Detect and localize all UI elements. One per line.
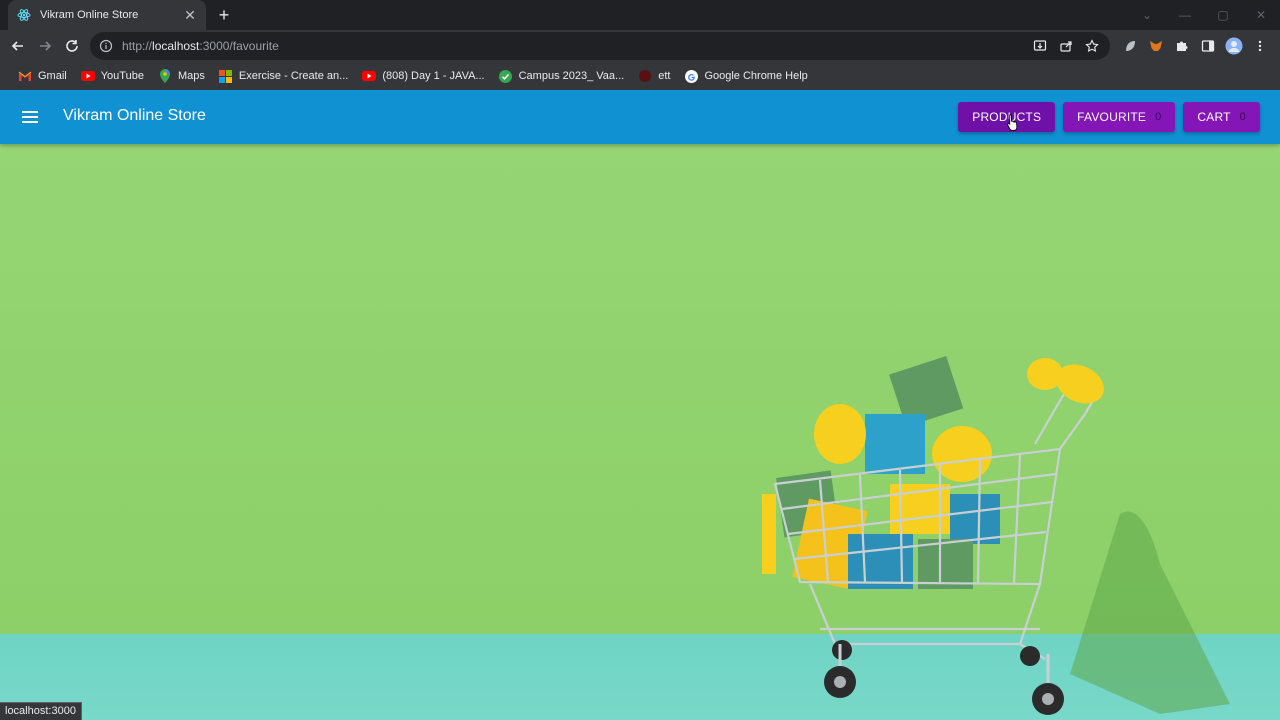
favourite-button[interactable]: FAVOURITE 0: [1063, 102, 1176, 132]
app-bar: Vikram Online Store PRODUCTS FAVOURITE 0…: [0, 90, 1280, 144]
minimize-icon[interactable]: —: [1166, 0, 1204, 30]
hamburger-menu-icon[interactable]: [18, 105, 42, 129]
tab-search-icon[interactable]: ⌄: [1128, 0, 1166, 30]
shopping-cart-illustration: [762, 356, 1230, 715]
url-text: http://localhost:3000/favourite: [122, 39, 279, 53]
info-icon[interactable]: [98, 38, 114, 54]
tab-title: Vikram Online Store: [40, 9, 139, 21]
gmail-icon: [18, 69, 32, 83]
bookmark-chrome-help[interactable]: Google Chrome Help: [678, 64, 813, 88]
bookmark-day1-java[interactable]: (808) Day 1 - JAVA...: [356, 64, 490, 88]
profile-avatar-icon[interactable]: [1222, 34, 1246, 58]
maximize-icon[interactable]: ▢: [1204, 0, 1242, 30]
bookmark-exercise[interactable]: Exercise - Create an...: [213, 64, 354, 88]
reload-icon[interactable]: [60, 34, 84, 58]
back-icon[interactable]: [6, 34, 30, 58]
youtube-icon: [80, 69, 95, 83]
browser-toolbar: http://localhost:3000/favourite: [0, 30, 1280, 62]
share-icon[interactable]: [1056, 36, 1076, 56]
google-icon: [684, 69, 698, 83]
app-title: Vikram Online Store: [63, 107, 206, 124]
browser-tab[interactable]: Vikram Online Store ✕: [8, 0, 206, 30]
bookmark-ett[interactable]: ett: [632, 64, 676, 88]
extensions-puzzle-icon[interactable]: [1170, 34, 1194, 58]
bookmark-star-icon[interactable]: [1082, 36, 1102, 56]
hero-banner: [0, 144, 1280, 720]
install-app-icon[interactable]: [1030, 36, 1050, 56]
react-icon: [16, 7, 32, 23]
bookmark-campus[interactable]: Campus 2023_ Vaa...: [493, 64, 631, 88]
maps-icon: [158, 69, 172, 83]
bookmark-youtube[interactable]: YouTube: [75, 64, 150, 88]
favourite-count-badge: 0: [1155, 111, 1162, 123]
extension-leaf-icon[interactable]: [1118, 34, 1142, 58]
forward-icon[interactable]: [33, 34, 57, 58]
microsoft-icon: [219, 69, 233, 83]
bookmark-gmail[interactable]: Gmail: [12, 64, 73, 88]
hand-cursor-icon: [1007, 114, 1018, 131]
metamask-fox-icon[interactable]: [1144, 34, 1168, 58]
new-tab-button[interactable]: +: [214, 5, 234, 25]
browser-tabstrip: Vikram Online Store ✕ + ⌄ — ▢ ✕: [0, 0, 1280, 30]
web-page: Vikram Online Store PRODUCTS FAVOURITE 0…: [0, 90, 1280, 720]
cart-count-badge: 0: [1239, 111, 1246, 123]
address-bar[interactable]: http://localhost:3000/favourite: [90, 32, 1110, 60]
bookmark-maps[interactable]: Maps: [152, 64, 211, 88]
side-panel-icon[interactable]: [1196, 34, 1220, 58]
youtube-icon: [362, 69, 377, 83]
bookmarks-bar: Gmail YouTube Maps Exercise - Create an.…: [0, 62, 1280, 90]
cart-button[interactable]: CART 0: [1183, 102, 1260, 132]
window-controls: ⌄ — ▢ ✕: [1128, 0, 1280, 30]
kebab-menu-icon[interactable]: [1248, 34, 1272, 58]
close-tab-icon[interactable]: ✕: [182, 7, 198, 23]
app-nav: PRODUCTS FAVOURITE 0 CART 0: [958, 102, 1260, 132]
close-window-icon[interactable]: ✕: [1242, 0, 1280, 30]
site-icon: [638, 69, 652, 83]
check-icon: [499, 69, 513, 83]
browser-status-bar: localhost:3000: [0, 702, 82, 720]
